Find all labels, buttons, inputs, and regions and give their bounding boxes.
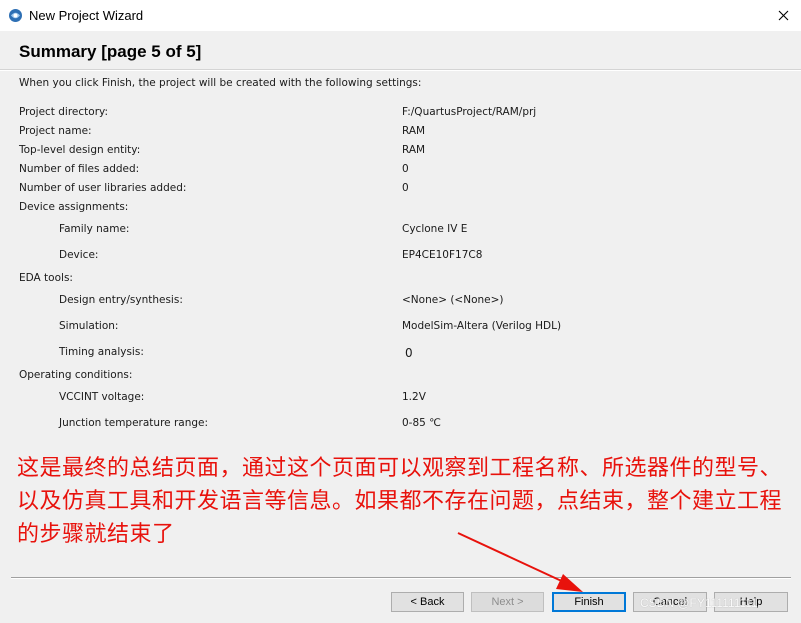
close-button[interactable] <box>766 0 801 31</box>
family-name-value: Cyclone IV E <box>402 223 468 235</box>
vccint-voltage-label: VCCINT voltage: <box>59 391 145 403</box>
timing-analysis-label: Timing analysis: <box>59 346 144 358</box>
operating-conditions-label: Operating conditions: <box>19 369 133 381</box>
next-button[interactable]: Next > <box>471 592 544 612</box>
project-name-label: Project name: <box>19 125 92 137</box>
files-added-value: 0 <box>402 163 409 175</box>
title-bar: New Project Wizard <box>0 0 801 31</box>
files-added-label: Number of files added: <box>19 163 140 175</box>
design-entry-label: Design entry/synthesis: <box>59 294 183 306</box>
intro-text: When you click Finish, the project will … <box>19 77 422 89</box>
quartus-app-icon <box>9 9 22 22</box>
footer-divider-highlight <box>11 578 791 579</box>
simulation-value: ModelSim-Altera (Verilog HDL) <box>402 320 562 332</box>
back-button[interactable]: < Back <box>391 592 464 612</box>
project-directory-value: F:/QuartusProject/RAM/prj <box>402 106 537 118</box>
page-title: Summary [page 5 of 5] <box>19 42 202 61</box>
device-label: Device: <box>59 249 99 261</box>
eda-tools-label: EDA tools: <box>19 272 73 284</box>
junction-temp-label: Junction temperature range: <box>59 417 209 429</box>
project-name-value: RAM <box>402 125 426 137</box>
close-icon <box>778 10 789 21</box>
window-title: New Project Wizard <box>29 8 144 23</box>
annotation-text: 这是最终的总结页面，通过这个页面可以观察到工程名称、所选器件的型号、以及仿真工具… <box>17 456 783 547</box>
vccint-voltage-value: 1.2V <box>402 391 426 403</box>
family-name-label: Family name: <box>59 223 130 235</box>
user-libraries-label: Number of user libraries added: <box>19 182 187 194</box>
simulation-label: Simulation: <box>59 320 119 332</box>
device-assignments-label: Device assignments: <box>19 201 129 213</box>
design-entry-value: <None> (<None>) <box>402 294 504 306</box>
watermark: CSDN @FY111111111 <box>640 596 758 610</box>
header-divider-highlight <box>0 70 801 71</box>
device-value: EP4CE10F17C8 <box>402 249 483 261</box>
finish-button[interactable]: Finish <box>552 592 626 612</box>
top-level-entity-value: RAM <box>402 144 426 156</box>
project-directory-label: Project directory: <box>19 106 109 118</box>
top-level-entity-label: Top-level design entity: <box>19 144 141 156</box>
timing-analysis-value: 0 <box>405 346 413 360</box>
junction-temp-value: 0-85 ℃ <box>402 417 441 429</box>
user-libraries-value: 0 <box>402 182 409 194</box>
